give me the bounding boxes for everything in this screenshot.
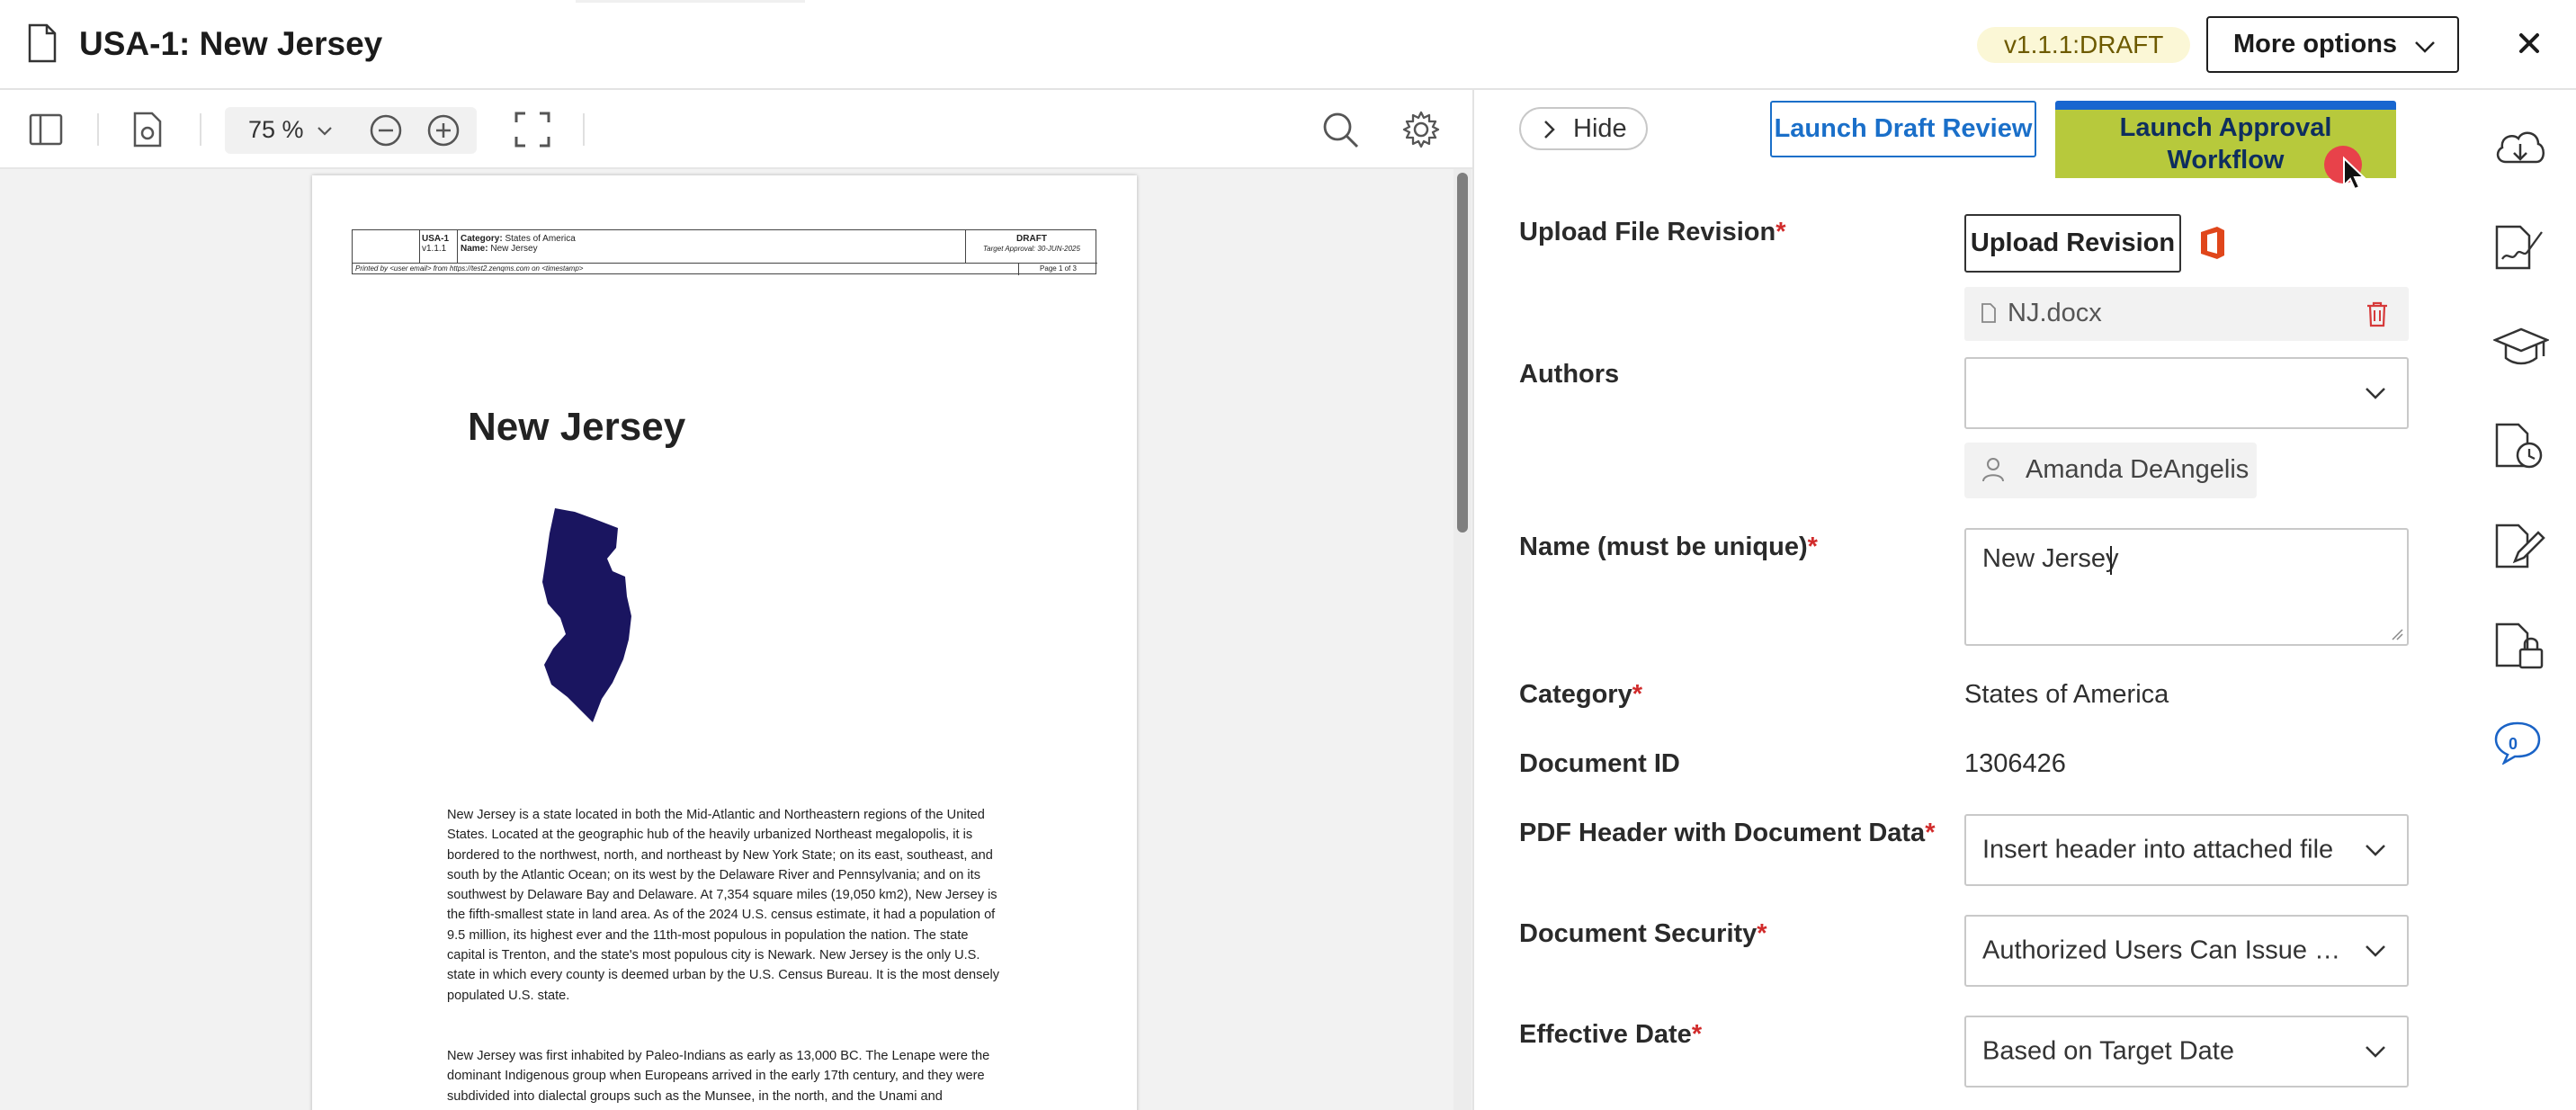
document-history-icon[interactable] [2493,421,2545,471]
loading-indicator [576,0,805,3]
viewer-scrollbar[interactable] [1453,169,1471,1110]
upload-file-revision-label: Upload File Revision* [1519,218,1786,246]
zoom-out-icon[interactable] [369,113,403,148]
fit-page-icon[interactable] [514,112,550,148]
header-meta-cell: Category: States of America Name: New Je… [458,230,966,263]
upload-revision-button[interactable]: Upload Revision [1964,214,2181,273]
more-options-button[interactable]: More options [2206,16,2459,73]
header-name-label: Name: [461,244,488,254]
hide-label: Hide [1573,114,1627,143]
close-icon[interactable] [2511,25,2547,61]
header-printed-by: Printed by <user email> from https://tes… [355,264,584,273]
version-badge: v1.1.1:DRAFT [1977,27,2191,63]
comments-count: 0 [2509,735,2518,753]
document-id-label: Document ID [1519,749,1680,778]
viewer-scrollbar-thumb[interactable] [1457,173,1468,533]
header-logo-cell [353,230,420,263]
document-heading: New Jersey [468,405,686,449]
zoom-in-icon[interactable] [426,113,461,148]
toolbar-divider [583,113,585,146]
document-lock-icon[interactable] [2493,621,2545,673]
header-id-cell: USA-1 v1.1.1 [420,230,458,263]
document-security-label: Document Security* [1519,919,1767,948]
name-label: Name (must be unique)* [1519,533,1818,561]
header-version: v1.1.1 [422,244,447,254]
chevron-down-icon [2415,41,2435,53]
document-paragraph: New Jersey is a state located in both th… [447,808,1000,1003]
search-icon[interactable] [1322,112,1360,149]
chevron-down-icon [2366,1046,2385,1058]
header-doc-id: USA-1 [422,234,450,244]
authors-select[interactable] [1964,357,2409,429]
chevron-right-icon [1544,121,1555,139]
document-page: USA-1 v1.1.1 Category: States of America… [312,175,1137,1110]
chevron-down-icon [2366,388,2385,399]
chevron-down-icon [2366,845,2385,856]
document-icon [28,23,57,63]
document-id-value: 1306426 [1964,749,2066,778]
header-printed-row: Printed by <user email> from https://tes… [353,263,1097,275]
gear-icon[interactable] [1401,110,1441,149]
attached-file-name: NJ.docx [2008,299,2102,327]
pdf-header-select[interactable]: Insert header into attached file [1964,814,2409,886]
header-category-label: Category: [461,234,503,244]
resize-handle-icon[interactable] [2391,628,2403,640]
mouse-cursor-icon [2324,146,2366,189]
page-title: USA-1: New Jersey [79,25,383,62]
chevron-down-icon [2366,945,2385,957]
document-security-value: Authorized Users Can Issue Co... [1982,935,2351,965]
header-status-cell: DRAFT Target Approval: 30-JUN-2025 [966,230,1097,263]
attached-file[interactable]: NJ.docx [1964,287,2409,341]
launch-draft-review-button[interactable]: Launch Draft Review [1770,101,2036,157]
document-edit-icon[interactable] [2493,522,2545,572]
page-settings-icon[interactable] [132,112,163,148]
new-jersey-map-image [542,508,631,722]
category-label: Category* [1519,680,1642,709]
pdf-header-value: Insert header into attached file [1982,835,2334,864]
top-bar: USA-1: New Jersey v1.1.1:DRAFT More opti… [0,0,2576,90]
document-header-table: USA-1 v1.1.1 Category: States of America… [352,229,1097,275]
trash-icon[interactable] [2366,300,2389,327]
authors-label: Authors [1519,360,1620,389]
name-value: New Jersey [1982,544,2119,573]
chevron-down-icon [318,127,332,136]
file-icon [1981,303,1996,323]
viewer-toolbar: 75 % [0,90,1472,169]
pdf-header-label: PDF Header with Document Data* [1519,819,1936,847]
signature-document-icon[interactable] [2493,223,2545,272]
sidebar-toggle-icon[interactable] [29,113,63,146]
header-page-number: Page 1 of 3 [1018,264,1097,275]
toolbar-divider [200,113,201,146]
text-cursor [2110,546,2112,575]
header-status: DRAFT [1016,234,1047,244]
document-paragraph: New Jersey was first inhabited by Paleo-… [447,1049,990,1104]
author-chip[interactable]: Amanda DeAngelis [1964,443,2257,498]
effective-date-value: Based on Target Date [1982,1036,2234,1066]
more-options-label: More options [2233,30,2398,58]
name-textarea[interactable]: New Jersey [1964,528,2409,646]
header-name-value: New Jersey [490,244,538,254]
document-properties-panel: Hide Launch Draft Review Launch Approval… [1472,90,2437,1110]
document-security-select[interactable]: Authorized Users Can Issue Co... [1964,915,2409,987]
right-rail: 0 [2437,90,2576,1110]
header-target-approval: Target Approval: 30-JUN-2025 [983,245,1080,253]
author-name: Amanda DeAngelis [2026,455,2250,484]
toolbar-divider [97,113,99,146]
effective-date-select[interactable]: Based on Target Date [1964,1016,2409,1088]
training-cap-icon[interactable] [2493,326,2549,369]
zoom-value: 75 % [248,116,304,143]
user-icon [1982,458,2004,482]
category-value: States of America [1964,680,2169,709]
office-icon[interactable] [2199,225,2226,261]
document-viewer[interactable]: USA-1 v1.1.1 Category: States of America… [0,169,1472,1110]
effective-date-label: Effective Date* [1519,1020,1703,1049]
header-category-value: States of America [505,234,576,244]
cloud-download-icon[interactable] [2493,126,2547,169]
hide-button[interactable]: Hide [1519,107,1648,150]
